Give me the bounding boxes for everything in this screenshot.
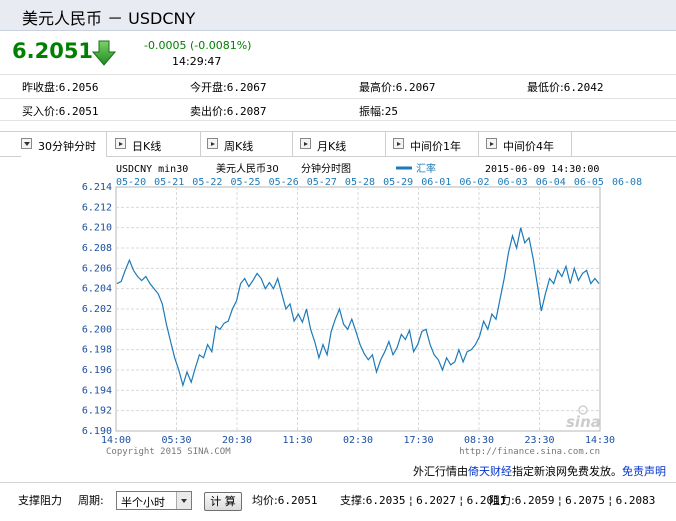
x-tick-label: 14:00 bbox=[101, 435, 131, 446]
play-icon bbox=[207, 138, 218, 149]
y-tick-label: 6.214 bbox=[82, 182, 112, 193]
stat-bid: 买入价:6.2051 bbox=[22, 105, 99, 118]
y-tick-label: 6.194 bbox=[82, 385, 112, 396]
play-icon bbox=[486, 138, 497, 149]
source-url: http://finance.sina.com.cn bbox=[459, 447, 600, 457]
y-tick-label: 6.208 bbox=[82, 243, 112, 254]
date-label: 05-25 bbox=[230, 177, 260, 188]
y-tick-label: 6.212 bbox=[82, 202, 112, 213]
chart-kind: 分钟分时图 bbox=[301, 162, 351, 175]
y-tick-label: 6.202 bbox=[82, 304, 112, 315]
x-tick-label: 08:30 bbox=[464, 435, 494, 446]
stat-open: 今开盘:6.2067 bbox=[190, 81, 267, 94]
date-label: 06-01 bbox=[421, 177, 451, 188]
copyright-text: Copyright 2015 SINA.COM bbox=[106, 447, 231, 457]
date-label: 06-05 bbox=[574, 177, 604, 188]
chart-datetime: 2015-06-09 14:30:00 bbox=[485, 164, 599, 175]
title-bar: 美元人民币 － USDCNY bbox=[0, 0, 676, 31]
stat-amplitude: 振幅:25 bbox=[359, 105, 398, 118]
x-tick-label: 14:30 bbox=[585, 435, 615, 446]
date-label: 05-27 bbox=[307, 177, 337, 188]
x-tick-label: 02:30 bbox=[343, 435, 373, 446]
price-change: -0.0005 (-0.0081%) bbox=[144, 39, 252, 52]
play-icon bbox=[393, 138, 404, 149]
chevron-down-icon bbox=[176, 492, 191, 509]
resistance-readout: 阻力:6.2059 ¦ 6.2075 ¦ 6.2083 bbox=[489, 494, 656, 507]
sina-logo-text: sina bbox=[566, 413, 601, 431]
chart-symbol: USDCNY min30 bbox=[116, 164, 188, 175]
date-label: 05-20 bbox=[116, 177, 146, 188]
tab-mid-1y[interactable]: 中间价1年 bbox=[393, 132, 479, 157]
date-label: 05-21 bbox=[154, 177, 184, 188]
y-tick-label: 6.204 bbox=[82, 284, 112, 295]
current-price: 6.2051 bbox=[12, 39, 94, 63]
dropdown-icon bbox=[21, 138, 32, 149]
period-select[interactable]: 半个小时 bbox=[116, 491, 192, 510]
y-tick-label: 6.196 bbox=[82, 365, 112, 376]
y-tick-label: 6.200 bbox=[82, 324, 112, 335]
stats-row-1: 昨收盘:6.2056 今开盘:6.2067 最高价:6.2067 最低价:6.2… bbox=[0, 74, 676, 97]
date-label: 06-04 bbox=[536, 177, 566, 188]
average-readout: 均价:6.2051 bbox=[252, 494, 318, 507]
disclaimer-link[interactable]: 免责声明 bbox=[622, 465, 666, 478]
tab-daily-k[interactable]: 日K线 bbox=[115, 132, 201, 157]
x-tick-label: 20:30 bbox=[222, 435, 252, 446]
tab-monthly-k[interactable]: 月K线 bbox=[300, 132, 386, 157]
provider-link[interactable]: 倚天财经 bbox=[468, 465, 512, 478]
y-tick-label: 6.206 bbox=[82, 263, 112, 274]
provider-text: 外汇行情由倚天财经指定新浪网免费发放。免责声明 bbox=[413, 465, 666, 478]
stats-row-2: 买入价:6.2051 卖出价:6.2087 振幅:25 bbox=[0, 98, 676, 121]
date-label: 06-08 bbox=[612, 177, 642, 188]
chart-name: 美元人民币30 bbox=[216, 162, 279, 175]
play-icon bbox=[300, 138, 311, 149]
date-label: 05-28 bbox=[345, 177, 375, 188]
support-readout: 支撑:6.2035 ¦ 6.2027 ¦ 6.2011 bbox=[340, 494, 507, 507]
toolbar-label: 支撑阻力 bbox=[18, 494, 62, 507]
x-tick-label: 23:30 bbox=[524, 435, 554, 446]
quote-time: 14:29:47 bbox=[172, 55, 222, 68]
page-title: 美元人民币 － USDCNY bbox=[22, 9, 196, 28]
date-label: 05-26 bbox=[269, 177, 299, 188]
period-label: 周期: bbox=[78, 494, 104, 507]
stat-high: 最高价:6.2067 bbox=[359, 81, 436, 94]
x-tick-label: 11:30 bbox=[282, 435, 312, 446]
date-label: 05-22 bbox=[192, 177, 222, 188]
play-icon bbox=[115, 138, 126, 149]
date-label: 06-02 bbox=[459, 177, 489, 188]
period-tabs: 30分钟分时 日K线 周K线 月K线 中间价1年 中间价4年 bbox=[0, 131, 676, 157]
stat-prev-close: 昨收盘:6.2056 bbox=[22, 81, 99, 94]
down-arrow-icon bbox=[92, 40, 116, 66]
y-tick-label: 6.198 bbox=[82, 345, 112, 356]
x-tick-label: 05:30 bbox=[161, 435, 191, 446]
y-tick-label: 6.192 bbox=[82, 406, 112, 417]
support-resistance-toolbar: 支撑阻力 周期: 半个小时 计 算 均价:6.2051 支撑:6.2035 ¦ … bbox=[0, 482, 676, 521]
date-label: 06-03 bbox=[498, 177, 528, 188]
provider-line: 外汇行情由倚天财经指定新浪网免费发放。免责声明 bbox=[0, 459, 676, 479]
tab-30min[interactable]: 30分钟分时 bbox=[21, 132, 107, 157]
y-tick-label: 6.210 bbox=[82, 223, 112, 234]
x-tick-label: 17:30 bbox=[403, 435, 433, 446]
tab-mid-4y[interactable]: 中间价4年 bbox=[486, 132, 572, 157]
tab-weekly-k[interactable]: 周K线 bbox=[207, 132, 293, 157]
price-area: 6.2051 -0.0005 (-0.0081%) 14:29:47 bbox=[0, 31, 676, 74]
legend-label: 汇率 bbox=[416, 162, 436, 175]
calculate-button[interactable]: 计 算 bbox=[204, 492, 242, 511]
stat-low: 最低价:6.2042 bbox=[527, 81, 604, 94]
rate-chart: USDCNY min30 美元人民币30 分钟分时图 汇率 2015-06-09… bbox=[82, 162, 642, 457]
date-label: 05-29 bbox=[383, 177, 413, 188]
stat-ask: 卖出价:6.2087 bbox=[190, 105, 267, 118]
